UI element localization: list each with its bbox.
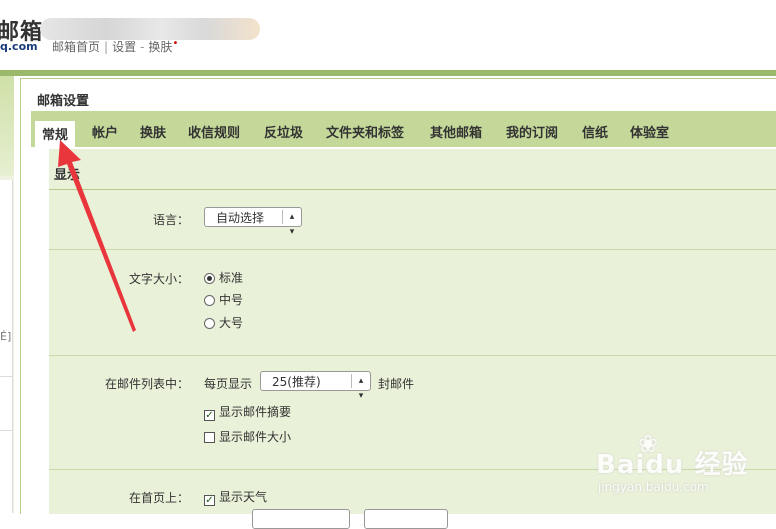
tab-anti-spam[interactable]: 反垃圾 — [264, 126, 303, 142]
weather-region-select[interactable] — [364, 509, 448, 529]
checkbox-checked-icon[interactable]: ✓ — [204, 495, 215, 506]
page-title: 邮箱设置 — [37, 94, 90, 109]
radio-icon[interactable] — [204, 318, 215, 329]
section-header: 显示 — [49, 149, 776, 190]
watermark-logo: Baidu 经验 — [596, 450, 749, 480]
select-arrow-icon: ▴ ▾ — [351, 374, 370, 401]
select-arrow-icon: ▴ ▾ — [282, 210, 301, 237]
sidebar-divider — [0, 376, 12, 377]
baidu-watermark: ❀ Baidu 经验 jingyan.baidu.com — [592, 430, 752, 500]
font-size-medium-option[interactable]: 中号 — [204, 291, 243, 308]
sidebar-fragment-text: É] — [0, 330, 12, 343]
mail-logo-domain: q.com — [0, 40, 38, 53]
checkbox-checked-icon[interactable]: ✓ — [204, 410, 215, 421]
tab-lab[interactable]: 体验室 — [630, 126, 669, 142]
option-label: 显示邮件摘要 — [219, 405, 292, 419]
show-summary-option[interactable]: ✓ 显示邮件摘要 — [204, 403, 291, 421]
tab-subscriptions[interactable]: 我的订阅 — [506, 126, 558, 142]
link-mail-home[interactable]: 邮箱首页 — [52, 40, 100, 54]
row-divider — [49, 355, 776, 356]
option-label: 中号 — [219, 293, 244, 307]
radio-selected-icon[interactable] — [204, 273, 215, 284]
new-dot-icon: • — [172, 38, 179, 49]
radio-icon[interactable] — [204, 295, 215, 306]
per-page-suffix: 封邮件 — [378, 377, 415, 391]
header-divider — [0, 70, 776, 76]
option-label: 标准 — [219, 271, 244, 285]
show-size-option[interactable]: 显示邮件大小 — [204, 428, 291, 445]
per-page-select-value: 25(推荐) — [272, 375, 321, 389]
tab-other-mailboxes[interactable]: 其他邮箱 — [430, 126, 482, 142]
home-page-label: 在首页上： — [128, 491, 189, 505]
checkbox-icon[interactable] — [204, 432, 215, 443]
sidebar-decoration — [0, 76, 14, 176]
option-label: 显示天气 — [219, 490, 268, 504]
weather-city-select[interactable] — [252, 509, 350, 529]
mail-header: 邮箱 q.com 邮箱首页 | 设置 - 换肤• — [0, 0, 776, 70]
top-links: 邮箱首页 | 设置 - 换肤• — [52, 38, 178, 55]
row-divider — [49, 249, 776, 250]
per-page-select[interactable]: 25(推荐) ▴ ▾ — [260, 371, 371, 401]
link-skin[interactable]: 换肤 — [148, 40, 172, 54]
option-label: 显示邮件大小 — [219, 430, 292, 444]
sidebar-card — [0, 180, 13, 513]
tab-folders-labels[interactable]: 文件夹和标签 — [326, 126, 404, 142]
tab-stationery[interactable]: 信纸 — [582, 126, 608, 142]
show-weather-option[interactable]: ✓ 显示天气 — [204, 488, 267, 506]
link-separator: - — [140, 40, 145, 54]
watermark-url: jingyan.baidu.com — [598, 480, 709, 494]
font-size-standard-option[interactable]: 标准 — [204, 269, 243, 286]
tab-mail-rules[interactable]: 收信规则 — [188, 126, 240, 142]
sidebar-divider — [0, 430, 12, 431]
option-label: 大号 — [219, 316, 244, 330]
link-settings[interactable]: 设置 — [112, 40, 136, 54]
mail-list-label: 在邮件列表中： — [104, 377, 189, 391]
link-separator: | — [104, 40, 109, 54]
per-page-prefix: 每页显示 — [204, 377, 253, 391]
blurred-account-name — [40, 18, 260, 40]
annotation-arrow-icon — [58, 140, 136, 332]
language-select-value: 自动选择 — [216, 211, 265, 225]
font-size-large-option[interactable]: 大号 — [204, 314, 243, 331]
language-select[interactable]: 自动选择 ▴ ▾ — [204, 207, 302, 237]
